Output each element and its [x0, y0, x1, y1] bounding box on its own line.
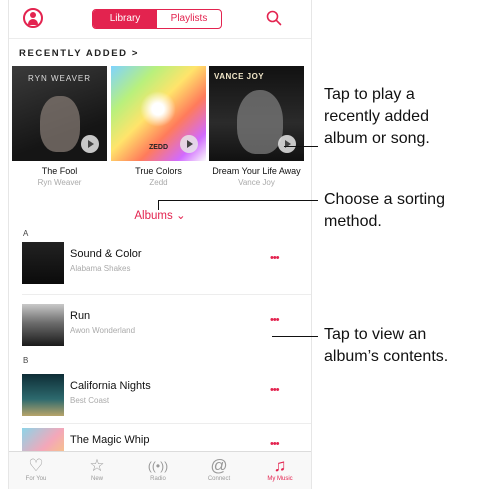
tab-bar: ♡ For You ☆ New ((•)) Radio @ Connect ♫ … [9, 451, 311, 489]
album-artist: Ryn Weaver [37, 178, 82, 187]
section-letter: B [23, 356, 29, 365]
segmented-control: Library Playlists [92, 9, 222, 29]
cover-burst [137, 88, 179, 130]
tab-playlists[interactable]: Playlists [157, 10, 221, 28]
tab-label: Connect [207, 476, 231, 482]
more-options-icon[interactable]: ••• [270, 252, 280, 264]
album-row[interactable]: California Nights Best Coast ••• [9, 370, 311, 420]
recent-album[interactable]: VANCE JOY Dream Your Life Away Vance Joy [209, 66, 304, 187]
album-row[interactable]: Run Awon Wonderland ••• [9, 300, 311, 350]
tab-label: New [90, 476, 103, 482]
album-thumbnail [22, 304, 64, 346]
recently-added-label: RECENTLY ADDED [19, 48, 128, 59]
more-options-icon[interactable]: ••• [270, 314, 280, 326]
phone-screen: Library Playlists RECENTLY ADDED > RYN W… [8, 0, 312, 489]
tab-radio[interactable]: ((•)) Radio [133, 456, 183, 482]
album-row[interactable]: Sound & Color Alabama Shakes ••• [9, 238, 311, 288]
chevron-right-icon: > [131, 48, 140, 59]
album-title: The Magic Whip [70, 434, 150, 446]
chevron-down-icon: ⌄ [175, 210, 186, 222]
album-cover[interactable]: RYN WEAVER [12, 66, 107, 161]
callout-sort: Choose a sorting method. [324, 191, 445, 230]
play-icon[interactable] [180, 135, 198, 153]
album-title: Dream Your Life Away [212, 166, 301, 176]
album-artist: Alabama Shakes [70, 264, 131, 273]
album-title: True Colors [135, 166, 182, 176]
section-letter: A [23, 229, 29, 238]
cover-portrait [40, 96, 80, 152]
row-divider [22, 294, 311, 295]
star-icon: ☆ [89, 456, 105, 475]
album-title: Sound & Color [70, 248, 142, 260]
callout-contents: Tap to view an album’s contents. [324, 326, 449, 365]
cover-text: VANCE JOY [214, 72, 265, 81]
recent-album[interactable]: RYN WEAVER The Fool Ryn Weaver [12, 66, 107, 187]
leader-line [158, 200, 318, 201]
tab-label: My Music [267, 476, 293, 482]
recent-album[interactable]: ZEDD True Colors Zedd [111, 66, 206, 187]
tab-my-music[interactable]: ♫ My Music [255, 456, 305, 482]
recently-added-header[interactable]: RECENTLY ADDED > [19, 48, 139, 59]
album-cover[interactable]: ZEDD [111, 66, 206, 161]
heart-icon: ♡ [28, 456, 44, 475]
leader-line [284, 146, 318, 147]
more-options-icon[interactable]: ••• [270, 384, 280, 396]
album-thumbnail [22, 374, 64, 416]
profile-icon[interactable] [23, 8, 43, 28]
tab-connect[interactable]: @ Connect [194, 456, 244, 482]
at-icon: @ [210, 456, 228, 475]
play-icon[interactable] [278, 135, 296, 153]
album-artist: Awon Wonderland [70, 326, 136, 335]
tab-label: For You [25, 476, 47, 482]
album-artist: Zedd [149, 178, 168, 187]
tab-label: Radio [150, 476, 166, 482]
tab-library[interactable]: Library [93, 10, 157, 28]
tab-new[interactable]: ☆ New [72, 456, 122, 482]
profile-body [28, 19, 38, 25]
album-artist: Vance Joy [238, 178, 275, 187]
tab-for-you[interactable]: ♡ For You [11, 456, 61, 482]
more-options-icon[interactable]: ••• [270, 438, 280, 450]
search-icon[interactable] [265, 9, 283, 27]
album-title: Run [70, 310, 91, 322]
top-bar: Library Playlists [9, 0, 311, 39]
sort-selector[interactable]: Albums ⌄ [9, 208, 311, 222]
album-thumbnail [22, 242, 64, 284]
sort-label: Albums [134, 210, 173, 222]
radio-icon: ((•)) [147, 459, 169, 473]
play-icon[interactable] [81, 135, 99, 153]
leader-line [158, 200, 159, 210]
album-title: California Nights [70, 380, 151, 392]
music-note-icon: ♫ [273, 456, 287, 475]
cover-portrait [237, 90, 283, 154]
album-title: The Fool [41, 166, 78, 176]
cover-text: RYN WEAVER [27, 74, 92, 83]
profile-head [30, 12, 36, 18]
album-artist: Best Coast [70, 396, 110, 405]
callout-play: Tap to play a recently added album or so… [324, 86, 430, 147]
leader-line [272, 336, 318, 337]
